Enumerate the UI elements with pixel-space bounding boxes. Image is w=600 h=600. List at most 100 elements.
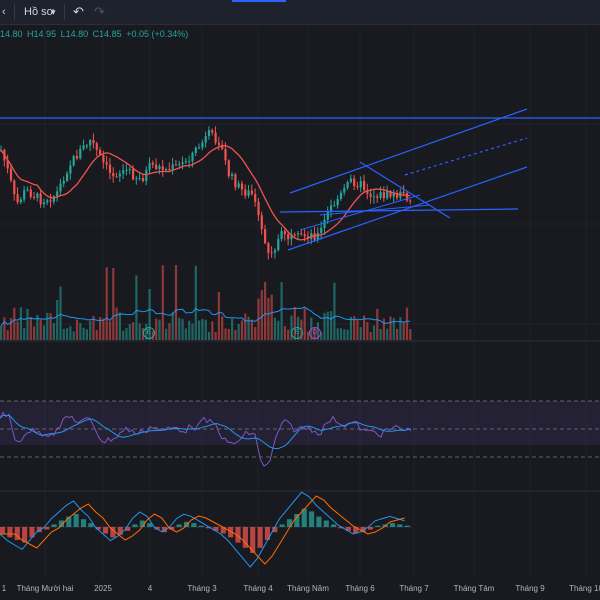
candle-body (191, 153, 194, 162)
macd-histogram-bar (51, 524, 57, 527)
candle-body (359, 181, 362, 188)
candle-body (75, 155, 79, 159)
volume-bar (112, 267, 115, 340)
volume-bar (402, 321, 405, 340)
volume-bar (399, 317, 402, 340)
candle-body (112, 172, 115, 177)
volume-bar (72, 331, 75, 340)
volume-bar (66, 328, 69, 340)
volume-bar (326, 311, 329, 340)
earnings-event-icon[interactable]: E (143, 327, 155, 339)
volume-bar (359, 327, 362, 340)
macd-histogram-bar (309, 511, 315, 527)
macd-histogram-bar (286, 519, 293, 527)
volume-bar (23, 328, 26, 340)
volume-bar (224, 328, 227, 340)
candle-body (316, 232, 319, 240)
back-caret-icon[interactable]: ‹ (2, 4, 6, 20)
earnings-event-icon[interactable]: E (291, 327, 303, 339)
rsi-band (0, 401, 600, 445)
macd-histogram-bar (316, 516, 322, 527)
volume-bar (161, 265, 164, 340)
redo-icon[interactable]: ↷ (94, 4, 105, 20)
volume-bar (198, 320, 201, 340)
candle-body (125, 169, 128, 171)
macd-histogram-bar (257, 527, 263, 548)
volume-bar (409, 329, 412, 340)
candle-body (346, 182, 349, 188)
volume-bars (0, 264, 412, 340)
candle-body (122, 170, 125, 174)
macd-histogram-bar (331, 524, 337, 527)
candle-body (198, 147, 201, 149)
volume-bar (231, 318, 234, 340)
candle-body (105, 162, 108, 165)
candle-body (214, 132, 217, 143)
volume-bar (158, 319, 161, 340)
volume-bar (264, 281, 267, 340)
candle-body (349, 178, 352, 183)
candle-body (201, 142, 204, 148)
candle-body (231, 174, 234, 177)
candle-body (49, 200, 52, 202)
candle-body (247, 190, 250, 196)
volume-bar (13, 307, 16, 340)
candle-body (382, 192, 385, 199)
active-tab-indicator (232, 0, 286, 2)
volume-bar (89, 320, 92, 340)
candle-body (89, 140, 92, 146)
candle-body (168, 169, 171, 171)
candle-body (297, 233, 300, 235)
volume-bar (386, 328, 389, 340)
volume-bar (221, 316, 224, 340)
profile-dropdown-icon[interactable]: ▾ (51, 4, 56, 20)
candle-body (13, 180, 16, 195)
volume-bar (0, 325, 3, 340)
time-axis-label: Tháng 10 (569, 584, 600, 593)
time-axis[interactable]: 1 Tháng Mười hai 2025 4 Tháng 3 Tháng 4 … (0, 580, 600, 600)
volume-bar (138, 323, 141, 340)
macd-histogram-bar (389, 523, 396, 527)
drawn-trendlines[interactable] (0, 108, 600, 251)
volume-bar (339, 328, 343, 340)
candle-body (257, 201, 260, 216)
volume-bar (49, 313, 52, 340)
volume-bar (168, 323, 171, 340)
candle-body (42, 202, 46, 205)
candle-body (118, 173, 121, 177)
macd-histogram-bar (0, 527, 6, 534)
candle-body (300, 233, 303, 235)
price-chart[interactable] (0, 24, 600, 580)
dividend-event-icon[interactable]: D (309, 327, 321, 339)
time-axis-label: Tháng 9 (515, 584, 545, 593)
volume-bar (260, 290, 263, 340)
candle-body (115, 176, 118, 178)
candle-body (254, 194, 257, 202)
candle-body (326, 211, 329, 220)
volume-bar (303, 308, 306, 340)
candle-body (277, 239, 280, 251)
volume-bar (273, 317, 277, 340)
undo-icon[interactable]: ↶ (73, 4, 84, 20)
candle-body (270, 252, 273, 254)
candle-body (151, 162, 154, 165)
candle-body (240, 183, 244, 190)
candle-body (174, 164, 178, 166)
candle-body (267, 243, 270, 253)
candle-body (161, 166, 164, 171)
candle-body (72, 155, 75, 166)
macd-pane (0, 491, 412, 568)
volume-bar (42, 325, 46, 340)
candle-body (102, 154, 105, 163)
candle-body (369, 193, 372, 197)
volume-bar (102, 318, 105, 340)
volume-bar (237, 323, 240, 340)
candle-body (16, 194, 19, 203)
volume-bar (240, 320, 244, 340)
volume-bar (62, 328, 65, 340)
candle-body (165, 169, 168, 171)
time-axis-label: 1 (1, 584, 7, 593)
time-axis-label: Tháng 3 (187, 584, 217, 593)
macd-histogram-bar (7, 527, 13, 538)
profile-label[interactable]: Hồ sơ (24, 4, 54, 20)
